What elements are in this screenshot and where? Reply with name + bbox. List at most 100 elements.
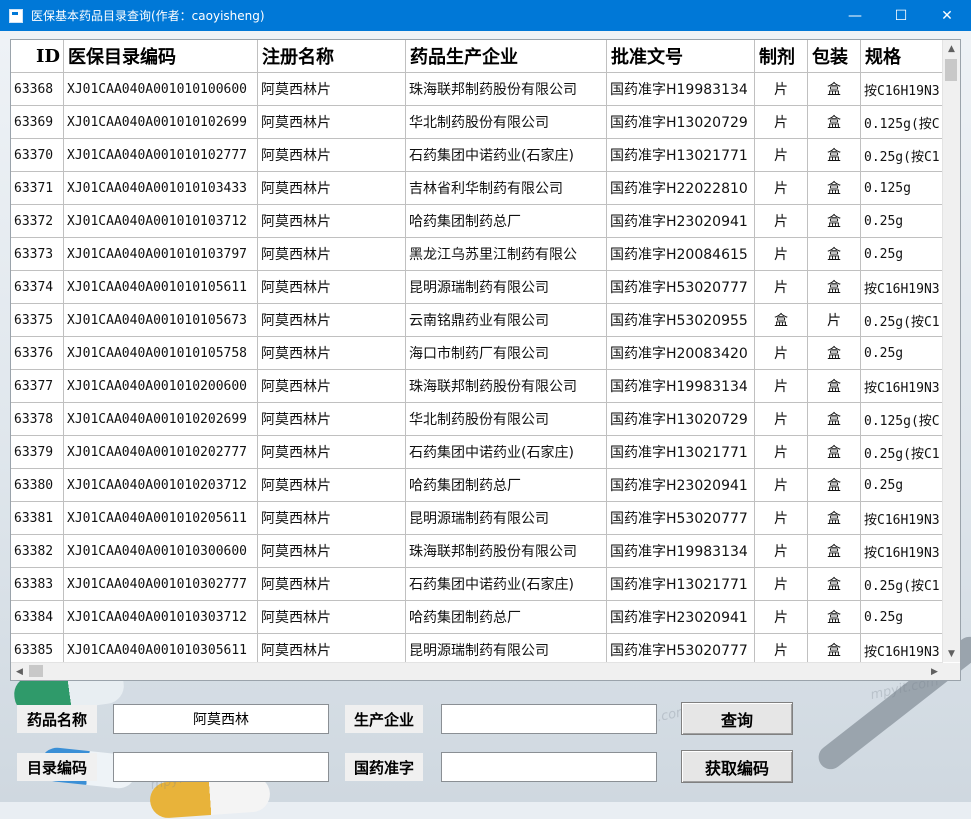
- cell-approval: 国药准字H22022810: [607, 172, 755, 205]
- cell-id: 63373: [11, 238, 64, 271]
- cell-maker: 哈药集团制药总厂: [406, 601, 607, 634]
- cell-name: 阿莫西林片: [258, 535, 406, 568]
- cell-approval: 国药准字H53020955: [607, 304, 755, 337]
- column-header-maker[interactable]: 药品生产企业: [406, 40, 607, 73]
- cell-spec: 0.125g(按C: [861, 403, 943, 436]
- vertical-scroll-thumb[interactable]: [945, 59, 957, 81]
- cell-pack: 盒: [808, 205, 861, 238]
- cell-approval: 国药准字H19983134: [607, 73, 755, 106]
- cell-pack: 盒: [808, 370, 861, 403]
- cell-code: XJ01CAA040A001010102699: [64, 106, 258, 139]
- cell-form: 片: [755, 535, 808, 568]
- data-grid[interactable]: ID 医保目录编码 注册名称 药品生产企业 批准文号 制剂 包装 规格 63368 XJ01CA…: [10, 39, 961, 681]
- get-code-button[interactable]: 获取编码: [681, 750, 793, 783]
- cell-pack: 盒: [808, 568, 861, 601]
- cell-name: 阿莫西林片: [258, 337, 406, 370]
- scroll-up-icon[interactable]: ▲: [943, 40, 960, 57]
- table-row[interactable]: 63368 XJ01CAA040A001010100600 阿莫西林片 珠海联邦制药股…: [11, 73, 943, 106]
- cell-form: 片: [755, 205, 808, 238]
- cell-id: 63384: [11, 601, 64, 634]
- title-bar: 医保基本药品目录查询(作者：caoyisheng) — ☐ ✕: [0, 0, 971, 31]
- table-row[interactable]: 63380 XJ01CAA040A001010203712 阿莫西林片 哈药集团制药总…: [11, 469, 943, 502]
- table-row[interactable]: 63383 XJ01CAA040A001010302777 阿莫西林片 石药集团中诺药…: [11, 568, 943, 601]
- horizontal-scroll-thumb[interactable]: [29, 665, 43, 677]
- cell-form: 片: [755, 337, 808, 370]
- approval-number-input[interactable]: [441, 752, 657, 782]
- cell-maker: 海口市制药厂有限公司: [406, 337, 607, 370]
- cell-approval: 国药准字H13021771: [607, 568, 755, 601]
- column-header-id[interactable]: ID: [11, 40, 64, 73]
- manufacturer-input[interactable]: [441, 704, 657, 734]
- cell-approval: 国药准字H20084615: [607, 238, 755, 271]
- cell-pack: 片: [808, 304, 861, 337]
- cell-maker: 云南铭鼎药业有限公司: [406, 304, 607, 337]
- cell-maker: 哈药集团制药总厂: [406, 205, 607, 238]
- catalog-code-input[interactable]: [113, 752, 329, 782]
- cell-spec: 按C16H19N3: [861, 370, 943, 403]
- cell-maker: 昆明源瑞制药有限公司: [406, 502, 607, 535]
- table-row[interactable]: 63372 XJ01CAA040A001010103712 阿莫西林片 哈药集团制药总…: [11, 205, 943, 238]
- cell-spec: 0.25g: [861, 205, 943, 238]
- cell-pack: 盒: [808, 271, 861, 304]
- column-header-approval[interactable]: 批准文号: [607, 40, 755, 73]
- minimize-button[interactable]: —: [832, 0, 878, 31]
- grid-header: ID 医保目录编码 注册名称 药品生产企业 批准文号 制剂 包装 规格: [11, 40, 943, 73]
- cell-name: 阿莫西林片: [258, 601, 406, 634]
- table-row[interactable]: 63371 XJ01CAA040A001010103433 阿莫西林片 吉林省利华制药…: [11, 172, 943, 205]
- cell-id: 63375: [11, 304, 64, 337]
- cell-code: XJ01CAA040A001010103797: [64, 238, 258, 271]
- table-row[interactable]: 63373 XJ01CAA040A001010103797 阿莫西林片 黑龙江乌苏里江…: [11, 238, 943, 271]
- scroll-left-icon[interactable]: ◀: [11, 663, 28, 680]
- drug-name-label: 药品名称: [17, 705, 97, 733]
- cell-maker: 珠海联邦制药股份有限公司: [406, 535, 607, 568]
- app-icon: [9, 8, 23, 23]
- table-row[interactable]: 63376 XJ01CAA040A001010105758 阿莫西林片 海口市制药厂有…: [11, 337, 943, 370]
- cell-spec: 按C16H19N3: [861, 502, 943, 535]
- scroll-right-icon[interactable]: ▶: [926, 663, 943, 680]
- column-header-name[interactable]: 注册名称: [258, 40, 406, 73]
- column-header-pack[interactable]: 包装: [808, 40, 861, 73]
- cell-pack: 盒: [808, 106, 861, 139]
- table-row[interactable]: 63384 XJ01CAA040A001010303712 阿莫西林片 哈药集团制药总…: [11, 601, 943, 634]
- table-row[interactable]: 63379 XJ01CAA040A001010202777 阿莫西林片 石药集团中诺药…: [11, 436, 943, 469]
- column-header-form[interactable]: 制剂: [755, 40, 808, 73]
- cell-spec: 0.25g(按C1: [861, 304, 943, 337]
- cell-form: 片: [755, 568, 808, 601]
- table-row[interactable]: 63369 XJ01CAA040A001010102699 阿莫西林片 华北制药股份有…: [11, 106, 943, 139]
- cell-name: 阿莫西林片: [258, 502, 406, 535]
- cell-id: 63369: [11, 106, 64, 139]
- cell-name: 阿莫西林片: [258, 139, 406, 172]
- cell-form: 片: [755, 271, 808, 304]
- table-row[interactable]: 63378 XJ01CAA040A001010202699 阿莫西林片 华北制药股份有…: [11, 403, 943, 436]
- table-row[interactable]: 63381 XJ01CAA040A001010205611 阿莫西林片 昆明源瑞制药有…: [11, 502, 943, 535]
- cell-approval: 国药准字H13020729: [607, 403, 755, 436]
- manufacturer-label: 生产企业: [345, 705, 423, 733]
- table-row[interactable]: 63374 XJ01CAA040A001010105611 阿莫西林片 昆明源瑞制药有…: [11, 271, 943, 304]
- cell-spec: 0.25g: [861, 238, 943, 271]
- cell-approval: 国药准字H53020777: [607, 271, 755, 304]
- horizontal-scrollbar[interactable]: ◀ ▶: [11, 662, 943, 680]
- query-button[interactable]: 查询: [681, 702, 793, 735]
- table-row[interactable]: 63377 XJ01CAA040A001010200600 阿莫西林片 珠海联邦制药股…: [11, 370, 943, 403]
- window-title: 医保基本药品目录查询(作者：caoyisheng): [31, 9, 265, 23]
- table-row[interactable]: 63370 XJ01CAA040A001010102777 阿莫西林片 石药集团中诺药…: [11, 139, 943, 172]
- cell-name: 阿莫西林片: [258, 238, 406, 271]
- cell-form: 片: [755, 139, 808, 172]
- approval-number-label: 国药准字: [345, 753, 423, 781]
- cell-pack: 盒: [808, 172, 861, 205]
- cell-id: 63376: [11, 337, 64, 370]
- cell-approval: 国药准字H23020941: [607, 205, 755, 238]
- drug-name-input[interactable]: [113, 704, 329, 734]
- cell-id: 63382: [11, 535, 64, 568]
- cell-form: 盒: [755, 304, 808, 337]
- table-row[interactable]: 63382 XJ01CAA040A001010300600 阿莫西林片 珠海联邦制药股…: [11, 535, 943, 568]
- cell-pack: 盒: [808, 139, 861, 172]
- vertical-scrollbar[interactable]: ▲ ▼: [942, 40, 960, 662]
- maximize-button[interactable]: ☐: [878, 0, 924, 31]
- cell-code: XJ01CAA040A001010105758: [64, 337, 258, 370]
- column-header-code[interactable]: 医保目录编码: [64, 40, 258, 73]
- column-header-spec[interactable]: 规格: [861, 40, 943, 73]
- table-row[interactable]: 63375 XJ01CAA040A001010105673 阿莫西林片 云南铭鼎药业有…: [11, 304, 943, 337]
- close-button[interactable]: ✕: [924, 0, 970, 31]
- scroll-down-icon[interactable]: ▼: [943, 645, 960, 662]
